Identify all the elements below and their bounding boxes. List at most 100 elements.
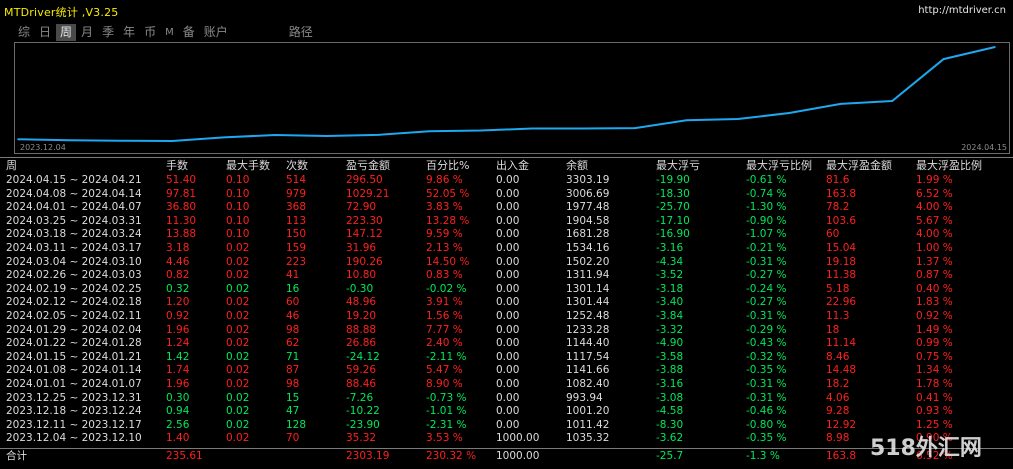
summary-ddpct: -1.3 % xyxy=(746,450,780,462)
column-header[interactable]: 手数 xyxy=(166,159,188,172)
table-row[interactable]: 2023.12.18 ~ 2023.12.24 0.94 0.02 47 -10.22 -… xyxy=(0,405,1013,418)
table-row[interactable]: 2024.01.15 ~ 2024.01.21 1.42 0.02 71 -24.12 -… xyxy=(0,351,1013,364)
cell-pnl: 48.96 xyxy=(346,296,377,309)
table-row[interactable]: 2024.03.25 ~ 2024.03.31 11.30 0.10 113 223.3… xyxy=(0,215,1013,228)
balance-point-4 xyxy=(222,136,225,139)
cell-fp: 81.6 xyxy=(826,174,850,186)
table-row[interactable]: 2024.04.15 ~ 2024.04.21 51.40 0.10 514 296.5… xyxy=(0,174,1013,187)
cell-balance: 1233.28 xyxy=(566,323,610,336)
table-row[interactable]: 2023.12.11 ~ 2023.12.17 2.56 0.02 128 -23.90… xyxy=(0,419,1013,432)
table-row[interactable]: 2024.01.01 ~ 2024.01.07 1.96 0.02 98 88.46 8.… xyxy=(0,378,1013,391)
column-header[interactable]: 次数 xyxy=(286,159,308,172)
tab-9[interactable]: 账户 xyxy=(200,24,232,41)
column-header[interactable]: 最大浮盈比例 xyxy=(916,159,982,172)
column-header[interactable]: 百分比% xyxy=(426,159,469,172)
cell-dd: -16.90 xyxy=(656,228,690,241)
cell-flow: 0.00 xyxy=(496,187,520,200)
cell-maxlots: 0.02 xyxy=(226,310,250,322)
table-row[interactable]: 2024.04.01 ~ 2024.04.07 36.80 0.10 368 72.90… xyxy=(0,201,1013,214)
table-row[interactable]: 2024.02.26 ~ 2024.03.03 0.82 0.02 41 10.80 0.… xyxy=(0,269,1013,282)
cell-period: 2024.02.26 ~ 2024.03.03 xyxy=(6,269,142,282)
tab-4[interactable]: 季 xyxy=(98,24,118,41)
column-header[interactable]: 余额 xyxy=(566,159,588,172)
tab-6[interactable]: 币 xyxy=(140,24,160,41)
cell-maxlots: 0.02 xyxy=(226,350,250,363)
cell-period: 2024.01.08 ~ 2024.01.14 xyxy=(6,364,142,377)
cell-fp: 12.92 xyxy=(826,418,857,431)
tab-7[interactable]: M xyxy=(161,24,178,41)
table-row[interactable]: 2024.02.05 ~ 2024.02.11 0.92 0.02 46 19.20 1.… xyxy=(0,310,1013,323)
tab-8[interactable]: 备 xyxy=(179,24,199,41)
cell-flow: 0.00 xyxy=(496,255,520,268)
table-row[interactable]: 2024.04.08 ~ 2024.04.14 97.81 0.10 979 1029.… xyxy=(0,188,1013,201)
table-row[interactable]: 2024.03.04 ~ 2024.03.10 4.46 0.02 223 190.26… xyxy=(0,256,1013,269)
cell-flow: 0.00 xyxy=(496,378,520,390)
column-header[interactable]: 出入金 xyxy=(496,159,529,172)
cell-fp: 11.38 xyxy=(826,269,857,282)
table-row[interactable]: 2023.12.25 ~ 2023.12.31 0.30 0.02 15 -7.26 -0… xyxy=(0,392,1013,405)
column-header[interactable]: 最大浮盈金额 xyxy=(826,159,892,172)
balance-point-15 xyxy=(788,112,791,114)
cell-maxlots: 0.02 xyxy=(226,269,250,282)
table-scrollbar[interactable] xyxy=(1003,160,1011,460)
cell-dd: -3.52 xyxy=(656,269,684,282)
cell-count: 223 xyxy=(286,255,307,268)
tab-1[interactable]: 日 xyxy=(35,24,55,41)
tab-5[interactable]: 年 xyxy=(119,24,139,41)
table-row[interactable]: 2024.02.19 ~ 2024.02.25 0.32 0.02 16 -0.30 -0… xyxy=(0,283,1013,296)
cell-count: 62 xyxy=(286,337,300,350)
chart-end-date: 2024.04.15 xyxy=(961,143,1007,152)
cell-fp: 14.48 xyxy=(826,364,857,377)
cell-flow: 0.00 xyxy=(496,269,520,282)
tab-10[interactable]: 路径 xyxy=(285,24,317,41)
cell-pct: 7.77 % xyxy=(426,323,463,336)
cell-maxlots: 0.02 xyxy=(226,391,250,404)
column-header[interactable]: 最大手数 xyxy=(226,159,270,172)
cell-lots: 13.88 xyxy=(166,228,197,241)
cell-lots: 0.94 xyxy=(166,405,190,418)
cell-count: 70 xyxy=(286,432,300,445)
cell-dd: -3.84 xyxy=(656,310,684,322)
table-row[interactable]: 2024.03.11 ~ 2024.03.17 3.18 0.02 159 31.96 2… xyxy=(0,242,1013,255)
cell-flow: 0.00 xyxy=(496,201,520,214)
table-row[interactable]: 2024.01.29 ~ 2024.02.04 1.96 0.02 98 88.88 7.… xyxy=(0,324,1013,337)
cell-period: 2024.03.04 ~ 2024.03.10 xyxy=(6,255,142,268)
cell-ddpct: -0.90 % xyxy=(746,214,787,227)
tab-2[interactable]: 周 xyxy=(56,24,77,41)
app-window: MTDriver统计 ,V3.25 http://mtdriver.cn 综日周… xyxy=(0,0,1013,469)
cell-balance: 1252.48 xyxy=(566,310,610,322)
balance-point-1 xyxy=(68,139,71,142)
column-header[interactable]: 最大浮亏 xyxy=(656,159,700,172)
cell-period: 2024.01.29 ~ 2024.02.04 xyxy=(6,323,142,336)
cell-pnl: 72.90 xyxy=(346,201,377,214)
column-header[interactable]: 周 xyxy=(6,159,17,172)
cell-ddpct: -0.21 % xyxy=(746,242,787,254)
cell-fppct: 1.34 % xyxy=(916,364,953,377)
cell-fp: 11.14 xyxy=(826,337,857,350)
cell-period: 2024.04.15 ~ 2024.04.21 xyxy=(6,174,142,186)
cell-dd: -4.58 xyxy=(656,405,684,418)
cell-fppct: 0.99 % xyxy=(916,337,953,350)
cell-pct: 0.83 % xyxy=(426,269,463,282)
cell-lots: 0.92 xyxy=(166,310,190,322)
column-header[interactable]: 最大浮亏比例 xyxy=(746,159,812,172)
balance-point-19 xyxy=(994,46,996,48)
cell-lots: 0.30 xyxy=(166,391,190,404)
table-row[interactable]: 2024.01.08 ~ 2024.01.14 1.74 0.02 87 59.26 5.… xyxy=(0,364,1013,377)
table-row[interactable]: 2024.03.18 ~ 2024.03.24 13.88 0.10 150 147.1… xyxy=(0,228,1013,241)
website-link[interactable]: http://mtdriver.cn xyxy=(918,5,1006,16)
column-header[interactable]: 盈亏金额 xyxy=(346,159,390,172)
table-header: 周 手数 最大手数 次数 盈亏金额 百分比% 出入金 余额 最大浮亏 最大浮亏比例 最大浮盈金额 最大… xyxy=(0,159,1013,172)
cell-lots: 36.80 xyxy=(166,201,197,214)
table-row[interactable]: 2024.01.22 ~ 2024.01.28 1.24 0.02 62 26.86 2.… xyxy=(0,337,1013,350)
cell-flow: 0.00 xyxy=(496,242,520,254)
cell-pct: 3.83 % xyxy=(426,201,463,214)
cell-pct: 52.05 % xyxy=(426,187,470,200)
table-row[interactable]: 2024.02.12 ~ 2024.02.18 1.20 0.02 60 48.96 3.… xyxy=(0,296,1013,309)
cell-pct: 3.53 % xyxy=(426,432,463,445)
watermark-logo: 518外汇网 xyxy=(870,436,982,461)
table-row[interactable]: 2023.12.04 ~ 2023.12.10 1.40 0.02 70 35.32 3.… xyxy=(0,432,1013,445)
tab-3[interactable]: 月 xyxy=(77,24,97,41)
cell-maxlots: 0.02 xyxy=(226,337,250,350)
tab-0[interactable]: 综 xyxy=(14,24,34,41)
